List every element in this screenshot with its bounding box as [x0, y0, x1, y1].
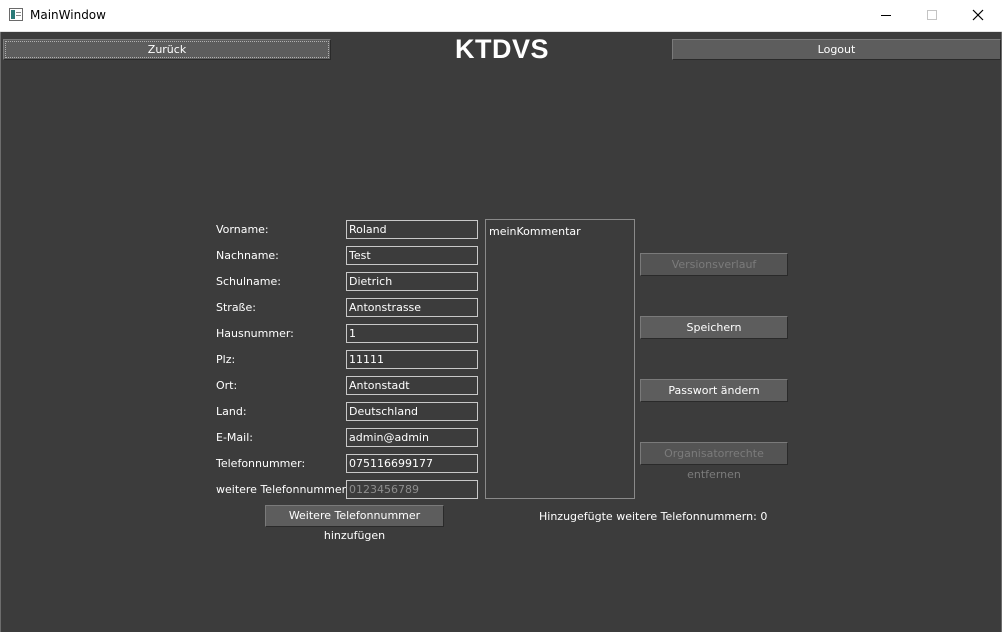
added-phones-count: 0 [760, 510, 768, 523]
last-name-label: Nachname: [216, 249, 279, 262]
last-name-field[interactable] [346, 246, 478, 265]
street-field[interactable] [346, 298, 478, 317]
main-window-content: Zurück KTDVS Logout Vorname: Nachname: S… [0, 32, 1002, 632]
app-title: KTDVS [454, 34, 549, 64]
window-title: MainWindow [30, 8, 106, 22]
phone-field[interactable] [346, 454, 478, 473]
country-field[interactable] [346, 402, 478, 421]
city-label: Ort: [216, 379, 238, 392]
comment-textarea[interactable]: meinKommentar [485, 219, 635, 499]
house-number-label: Hausnummer: [216, 327, 294, 340]
maximize-icon[interactable] [909, 0, 955, 31]
school-name-field[interactable] [346, 272, 478, 291]
logout-button[interactable]: Logout [672, 39, 1001, 60]
house-number-field[interactable] [346, 324, 478, 343]
phone-label: Telefonnummer: [216, 457, 306, 470]
minimize-icon[interactable] [863, 0, 909, 31]
window-titlebar: MainWindow [0, 0, 1002, 32]
added-phones-status: Hinzugefügte weitere Telefonnummern: 0 [539, 510, 767, 523]
email-field[interactable] [346, 428, 478, 447]
remove-organizer-rights-button[interactable]: Organisatorrechte entfernen [640, 442, 788, 481]
additional-phones-label: weitere Telefonnummern: [216, 483, 357, 496]
first-name-field[interactable] [346, 220, 478, 239]
back-button[interactable]: Zurück [3, 39, 331, 60]
version-history-button[interactable]: Versionsverlauf [640, 253, 788, 276]
close-icon[interactable] [955, 0, 1001, 31]
city-field[interactable] [346, 376, 478, 395]
additional-phones-field[interactable] [346, 480, 478, 499]
app-window-icon [9, 8, 23, 21]
street-label: Straße: [216, 301, 256, 314]
save-button[interactable]: Speichern [640, 316, 788, 339]
email-label: E-Mail: [216, 431, 253, 444]
first-name-label: Vorname: [216, 223, 269, 236]
add-phone-button[interactable]: Weitere Telefonnummer hinzufügen [265, 505, 444, 542]
change-password-button[interactable]: Passwort ändern [640, 379, 788, 402]
added-phones-label: Hinzugefügte weitere Telefonnummern: [539, 510, 757, 523]
zip-label: Plz: [216, 353, 236, 366]
zip-field[interactable] [346, 350, 478, 369]
country-label: Land: [216, 405, 247, 418]
school-name-label: Schulname: [216, 275, 281, 288]
